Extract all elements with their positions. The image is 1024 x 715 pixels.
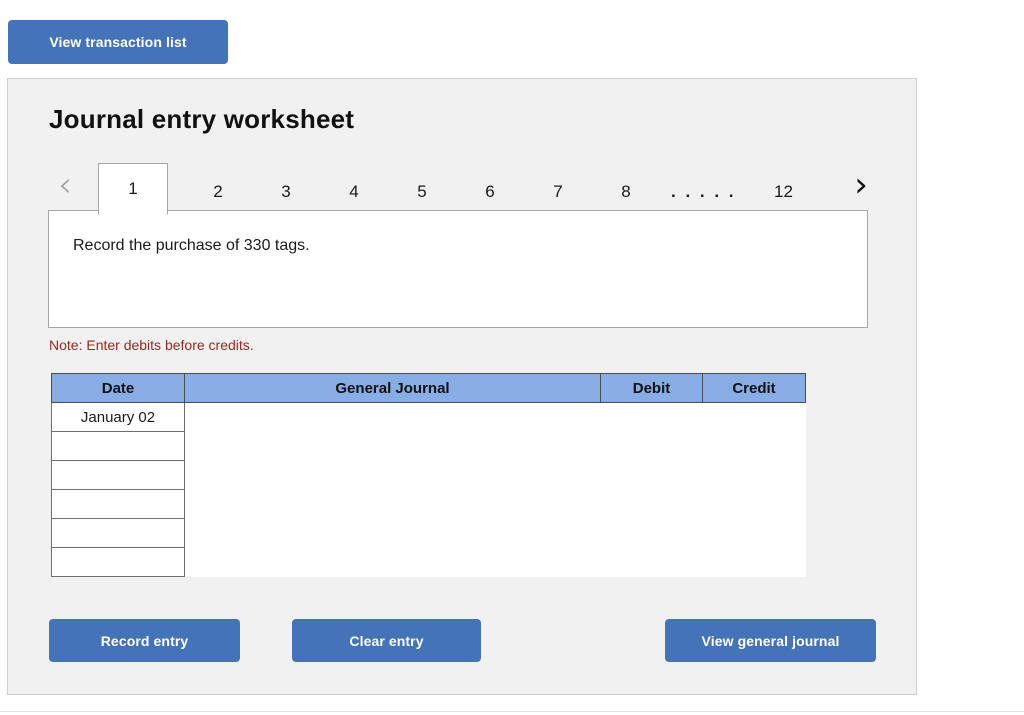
- tab-12[interactable]: 12: [763, 168, 804, 214]
- debit-input-row-6[interactable]: [600, 547, 703, 577]
- general-journal-input-row-4[interactable]: [184, 489, 601, 519]
- tab-2[interactable]: 2: [200, 168, 236, 214]
- input-field[interactable]: [601, 434, 702, 458]
- cell-marker-triangle-icon: [601, 464, 609, 474]
- input-field[interactable]: [186, 434, 600, 458]
- cell-marker-triangle-icon: [703, 464, 711, 474]
- input-field[interactable]: [186, 405, 600, 430]
- date-cell-row-1[interactable]: January 02: [51, 402, 185, 432]
- tab-list: 1 2 3 4 5 6 7 8 . . . . . 12: [98, 159, 804, 215]
- date-cell-row-5[interactable]: [51, 518, 185, 548]
- clear-entry-button[interactable]: Clear entry: [292, 619, 481, 662]
- tab-navigation: ‹ 1 2 3 4 5 6 7 8 . . . . . 12 ›: [48, 159, 878, 215]
- date-cell-row-3[interactable]: [51, 460, 185, 490]
- cell-marker-triangle-icon: [601, 493, 609, 503]
- tab-6[interactable]: 6: [472, 168, 508, 214]
- column-header-debit: Debit: [600, 373, 703, 403]
- cell-marker-triangle-icon: [601, 551, 609, 561]
- input-field[interactable]: [186, 521, 600, 545]
- debit-input-row-4[interactable]: [600, 489, 703, 519]
- cell-marker-triangle-icon: [703, 522, 711, 532]
- cell-marker-triangle-icon: [601, 406, 609, 417]
- chevron-left-icon[interactable]: ‹: [48, 165, 82, 205]
- tab-4[interactable]: 4: [336, 168, 372, 214]
- cell-marker-triangle-icon: [601, 522, 609, 532]
- column-header-credit: Credit: [702, 373, 806, 403]
- date-cell-row-6[interactable]: [51, 547, 185, 577]
- column-header-general-journal: General Journal: [184, 373, 601, 403]
- date-cell-row-4[interactable]: [51, 489, 185, 519]
- tab-3[interactable]: 3: [268, 168, 304, 214]
- table-row: [51, 547, 806, 577]
- credit-input-row-2[interactable]: [702, 431, 806, 461]
- input-field[interactable]: [703, 550, 805, 574]
- column-header-date: Date: [51, 373, 185, 403]
- cell-marker-triangle-icon: [186, 493, 193, 503]
- credit-input-row-3[interactable]: [702, 460, 806, 490]
- input-field[interactable]: [601, 492, 702, 516]
- view-general-journal-button[interactable]: View general journal: [665, 619, 876, 662]
- input-field[interactable]: [703, 405, 805, 430]
- input-field[interactable]: [186, 550, 600, 574]
- table-row: [51, 489, 806, 519]
- general-journal-input-row-3[interactable]: [184, 460, 601, 490]
- input-field[interactable]: [601, 405, 702, 430]
- journal-entry-panel: Journal entry worksheet ‹ 1 2 3 4 5 6 7 …: [7, 78, 917, 695]
- input-field[interactable]: [703, 434, 805, 458]
- table-row: [51, 431, 806, 461]
- date-cell-row-2[interactable]: [51, 431, 185, 461]
- input-field[interactable]: [703, 463, 805, 487]
- credit-input-row-1[interactable]: [702, 402, 806, 432]
- table-row: January 02: [51, 402, 806, 432]
- cell-marker-triangle-icon: [703, 493, 711, 503]
- cell-marker-triangle-icon: [186, 406, 193, 417]
- page-divider: [0, 711, 1024, 712]
- credit-input-row-5[interactable]: [702, 518, 806, 548]
- transaction-description-box: Record the purchase of 330 tags.: [48, 210, 868, 328]
- cell-marker-triangle-icon: [703, 551, 711, 561]
- table-header-row: Date General Journal Debit Credit: [51, 373, 806, 403]
- input-field[interactable]: [601, 550, 702, 574]
- credit-input-row-4[interactable]: [702, 489, 806, 519]
- table-row: [51, 518, 806, 548]
- journal-entry-table: Date General Journal Debit Credit Januar…: [51, 373, 806, 577]
- cell-marker-triangle-icon: [703, 435, 711, 445]
- table-row: [51, 460, 806, 490]
- general-journal-input-row-5[interactable]: [184, 518, 601, 548]
- tab-1[interactable]: 1: [98, 163, 168, 215]
- cell-marker-triangle-icon: [186, 464, 193, 474]
- debit-input-row-2[interactable]: [600, 431, 703, 461]
- input-field[interactable]: [601, 521, 702, 545]
- input-field[interactable]: [186, 463, 600, 487]
- general-journal-input-row-6[interactable]: [184, 547, 601, 577]
- cell-marker-triangle-icon: [703, 406, 711, 417]
- input-field[interactable]: [703, 521, 805, 545]
- input-field[interactable]: [601, 463, 702, 487]
- page-root: View transaction list Journal entry work…: [0, 0, 1024, 715]
- debit-input-row-3[interactable]: [600, 460, 703, 490]
- tab-8[interactable]: 8: [608, 168, 644, 214]
- cell-marker-triangle-icon: [186, 522, 193, 532]
- debit-input-row-1[interactable]: [600, 402, 703, 432]
- tab-5[interactable]: 5: [404, 168, 440, 214]
- debit-input-row-5[interactable]: [600, 518, 703, 548]
- record-entry-button[interactable]: Record entry: [49, 619, 240, 662]
- tab-ellipsis: . . . . .: [671, 181, 737, 201]
- general-journal-input-row-2[interactable]: [184, 431, 601, 461]
- general-journal-input-row-1[interactable]: [184, 402, 601, 432]
- cell-marker-triangle-icon: [601, 435, 609, 445]
- transaction-description-text: Record the purchase of 330 tags.: [73, 237, 310, 254]
- cell-marker-triangle-icon: [186, 435, 193, 445]
- chevron-right-icon[interactable]: ›: [844, 165, 878, 205]
- view-transaction-list-button[interactable]: View transaction list: [8, 20, 228, 64]
- tab-7[interactable]: 7: [540, 168, 576, 214]
- input-field[interactable]: [703, 492, 805, 516]
- credit-input-row-6[interactable]: [702, 547, 806, 577]
- cell-marker-triangle-icon: [186, 551, 193, 561]
- debits-before-credits-note: Note: Enter debits before credits.: [49, 337, 254, 353]
- input-field[interactable]: [186, 492, 600, 516]
- page-title: Journal entry worksheet: [49, 104, 355, 134]
